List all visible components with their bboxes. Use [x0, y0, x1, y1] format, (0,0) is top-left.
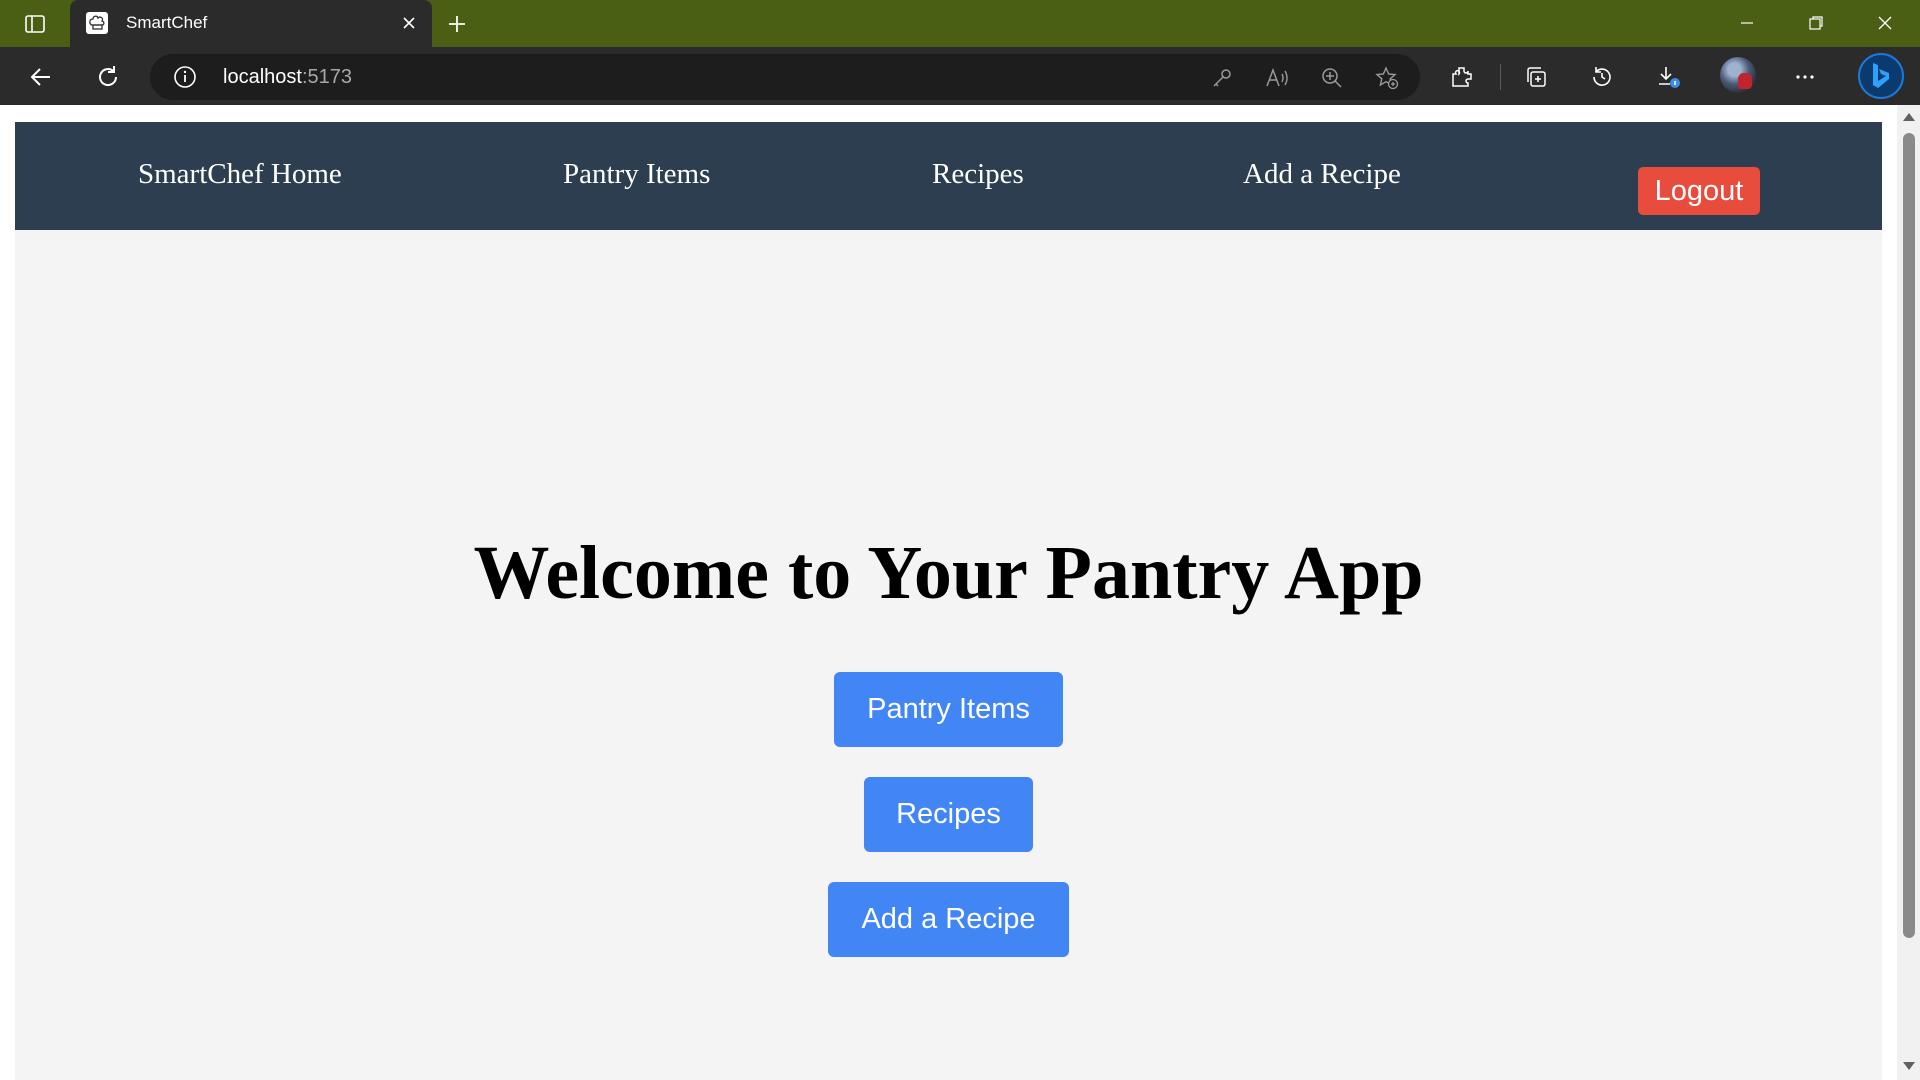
chef-hat-icon — [86, 12, 108, 34]
app-page: SmartChef Home Pantry Items Recipes Add … — [15, 122, 1882, 1080]
tab-title: SmartChef — [126, 13, 208, 32]
browser-tab-active[interactable]: SmartChef — [70, 0, 432, 47]
browser-titlebar: SmartChef — [0, 0, 1920, 47]
back-icon[interactable] — [23, 59, 59, 95]
url-host: localhost — [223, 66, 302, 88]
close-window-icon[interactable] — [1860, 6, 1910, 40]
nav-link-add-recipe[interactable]: Add a Recipe — [1243, 158, 1401, 191]
copilot-icon[interactable] — [1858, 53, 1904, 99]
add-recipe-button[interactable]: Add a Recipe — [828, 882, 1069, 957]
scroll-down-arrow-icon[interactable] — [1903, 1062, 1915, 1070]
add-favorite-icon[interactable] — [1373, 64, 1401, 92]
read-aloud-icon[interactable] — [1263, 64, 1291, 92]
tab-close-icon[interactable] — [398, 12, 420, 34]
scroll-up-arrow-icon[interactable] — [1903, 113, 1915, 121]
address-bar[interactable]: localhost:5173 — [150, 54, 1420, 100]
nav-link-pantry-items[interactable]: Pantry Items — [563, 158, 710, 191]
page-title: Welcome to Your Pantry App — [473, 531, 1424, 615]
reload-icon[interactable] — [90, 59, 126, 95]
new-tab-icon[interactable] — [442, 9, 472, 39]
url-text[interactable]: localhost:5173 — [223, 66, 352, 89]
history-icon[interactable] — [1584, 59, 1620, 95]
pantry-items-button[interactable]: Pantry Items — [834, 672, 1063, 747]
page-scrollbar[interactable] — [1897, 105, 1920, 1080]
password-key-icon[interactable] — [1208, 64, 1236, 92]
nav-link-home[interactable]: SmartChef Home — [138, 158, 342, 191]
page-viewport: SmartChef Home Pantry Items Recipes Add … — [0, 105, 1920, 1080]
recipes-button[interactable]: Recipes — [864, 777, 1033, 852]
browser-toolbar: localhost:5173 — [0, 47, 1920, 105]
zoom-icon[interactable] — [1318, 64, 1346, 92]
logout-button[interactable]: Logout — [1638, 167, 1760, 215]
site-info-icon[interactable] — [172, 64, 198, 90]
extensions-icon[interactable] — [1444, 59, 1480, 95]
restore-icon[interactable] — [1791, 6, 1841, 40]
app-navbar: SmartChef Home Pantry Items Recipes Add … — [15, 122, 1882, 230]
nav-link-recipes[interactable]: Recipes — [932, 158, 1024, 191]
scrollbar-thumb[interactable] — [1903, 133, 1915, 938]
collections-icon[interactable] — [1518, 59, 1554, 95]
toolbar-divider — [1500, 64, 1501, 90]
more-options-icon[interactable] — [1787, 59, 1823, 95]
url-port: :5173 — [301, 66, 352, 88]
tab-actions-icon[interactable] — [18, 10, 52, 38]
downloads-icon[interactable] — [1650, 59, 1686, 95]
minimize-icon[interactable] — [1722, 6, 1772, 40]
profile-avatar[interactable] — [1720, 57, 1756, 93]
